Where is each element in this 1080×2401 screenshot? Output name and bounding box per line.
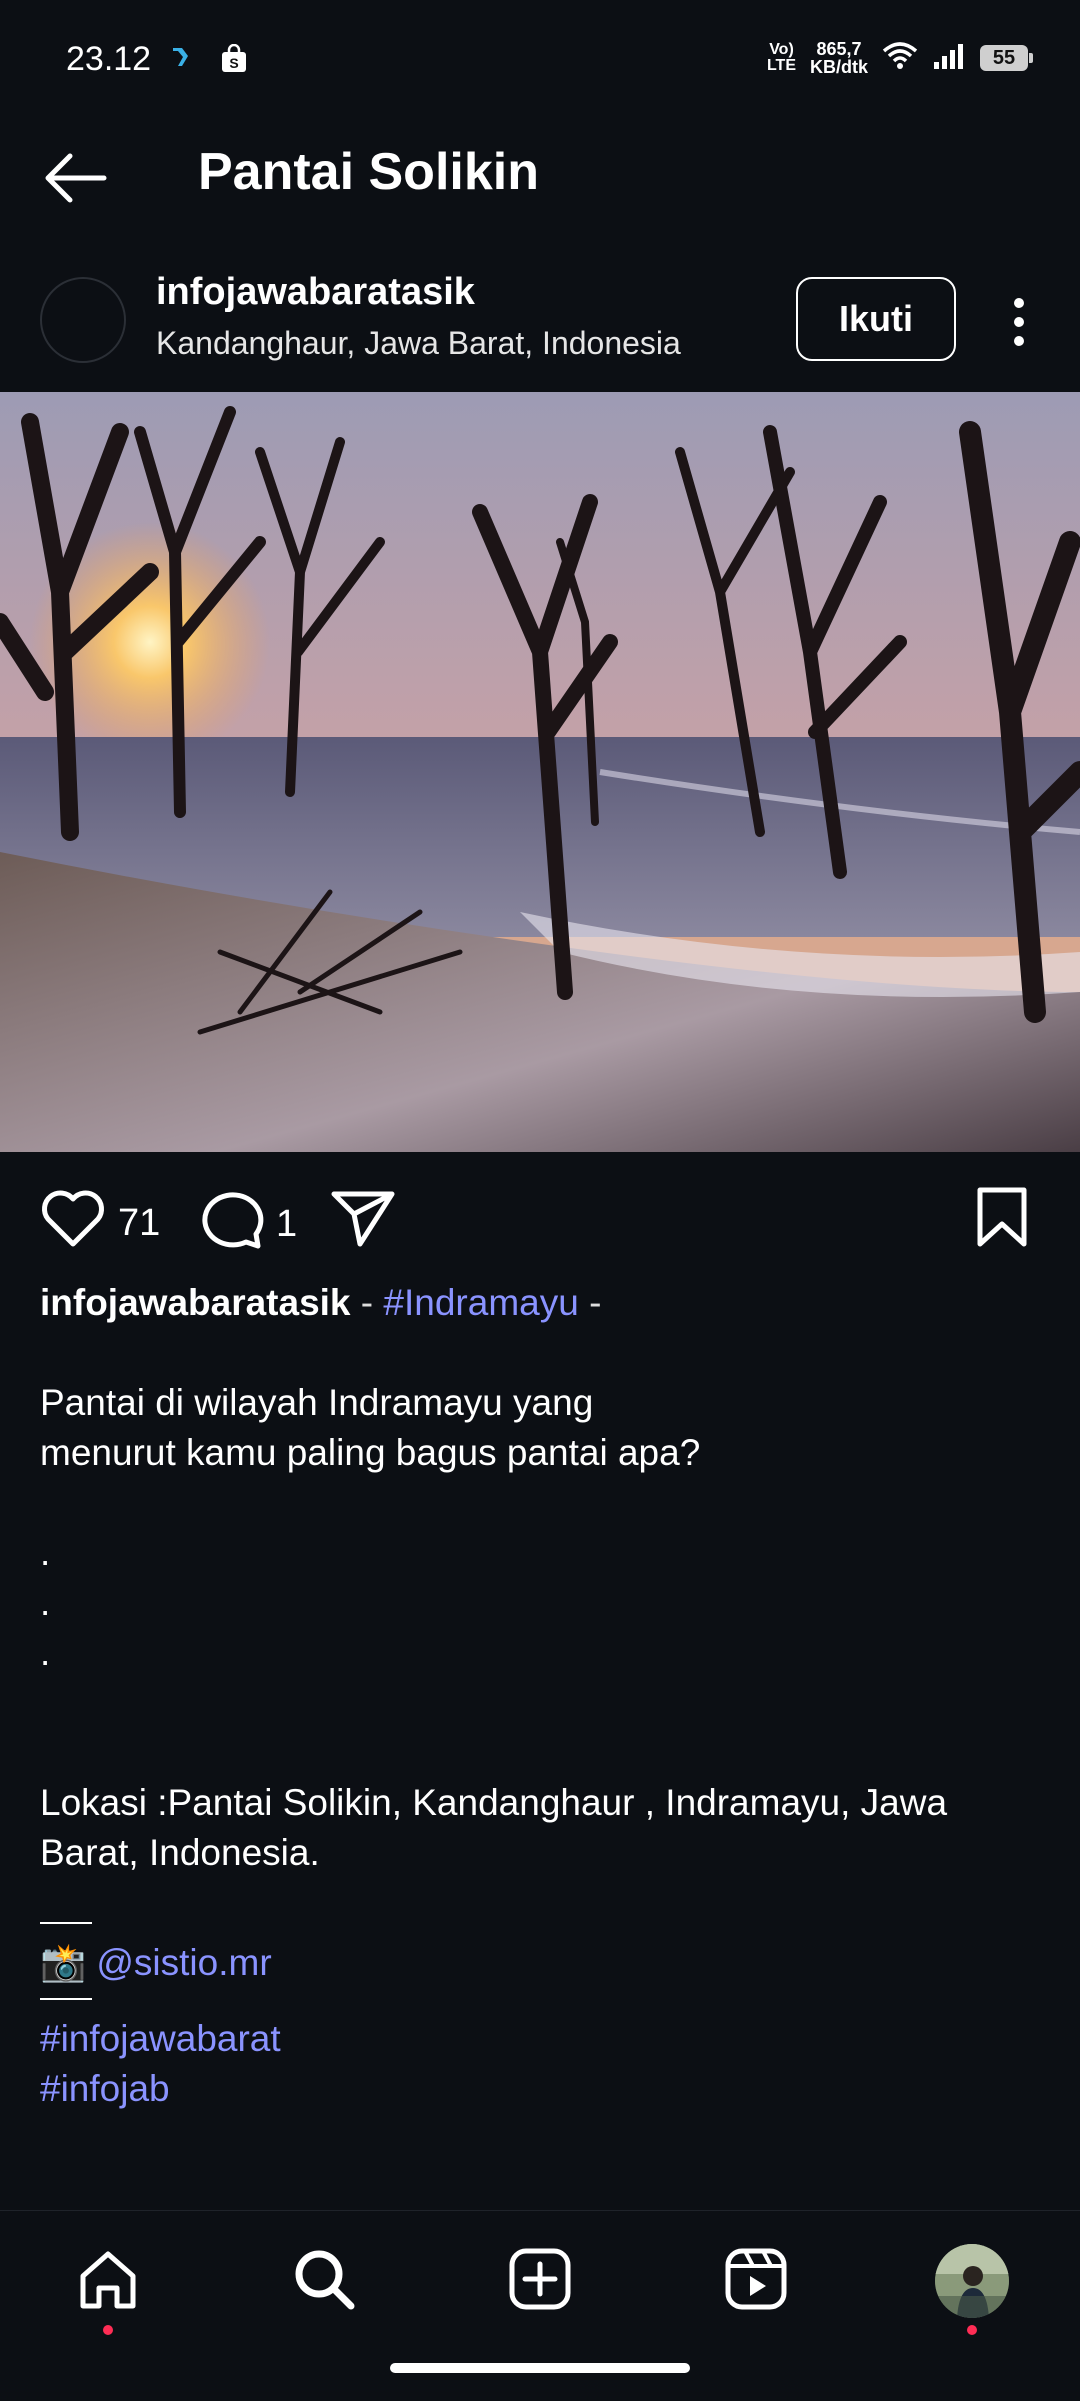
signal-icon bbox=[932, 42, 966, 75]
follow-button[interactable]: Ikuti bbox=[796, 277, 956, 361]
nav-reels[interactable] bbox=[716, 2241, 796, 2321]
reels-icon bbox=[723, 2246, 789, 2317]
camera-emoji: 📸 bbox=[40, 1942, 87, 1983]
nav-create[interactable] bbox=[500, 2241, 580, 2321]
divider bbox=[40, 1922, 92, 1924]
battery-indicator: 55 bbox=[980, 45, 1033, 71]
comment-bubble-icon[interactable] bbox=[198, 1188, 264, 1260]
volte-indicator: Vo) LTE bbox=[766, 41, 796, 74]
back-arrow-icon[interactable] bbox=[40, 148, 110, 208]
caption-dot: . bbox=[40, 1532, 51, 1573]
comment-count[interactable]: 1 bbox=[276, 1203, 297, 1246]
caption-location-line: Lokasi :Pantai Solikin, Kandanghaur , In… bbox=[40, 1782, 948, 1823]
page-title: Pantai Solikin bbox=[198, 143, 539, 201]
wifi-icon bbox=[882, 41, 918, 76]
status-bar: 23.12 S Vo) LTE 865,7 KB/dtk 55 bbox=[0, 0, 1080, 120]
hashtag-link[interactable]: #infojab bbox=[40, 2064, 1040, 2114]
hashtag-link[interactable]: #Indramayu bbox=[383, 1282, 578, 1323]
home-indicator[interactable] bbox=[390, 2363, 690, 2373]
like-heart-icon[interactable] bbox=[40, 1188, 106, 1258]
nav-home[interactable] bbox=[68, 2241, 148, 2335]
author-username[interactable]: infojawabaratasik bbox=[156, 271, 475, 314]
post-caption: infojawabaratasik - #Indramayu - Pantai … bbox=[40, 1278, 1040, 2114]
add-post-icon bbox=[507, 2246, 573, 2317]
profile-notification-dot bbox=[967, 2325, 977, 2335]
divider bbox=[40, 1998, 92, 2000]
search-icon bbox=[291, 2246, 357, 2317]
svg-text:S: S bbox=[229, 55, 238, 71]
share-send-icon[interactable] bbox=[330, 1188, 396, 1258]
profile-avatar bbox=[935, 2244, 1009, 2318]
more-options-icon[interactable] bbox=[1004, 295, 1034, 349]
mention-link[interactable]: @sistio.mr bbox=[96, 1942, 271, 1983]
post-image[interactable] bbox=[0, 392, 1080, 1152]
caption-location-line: Barat, Indonesia. bbox=[40, 1832, 320, 1873]
status-time: 23.12 bbox=[66, 40, 152, 78]
shopping-bag-icon: S bbox=[220, 43, 248, 79]
home-notification-dot bbox=[103, 2325, 113, 2335]
notification-app-icon bbox=[170, 44, 192, 79]
network-speed: 865,7 KB/dtk bbox=[810, 39, 868, 77]
home-icon bbox=[75, 2246, 141, 2317]
post-header: infojawabaratasik Kandanghaur, Jawa Bara… bbox=[0, 255, 1080, 385]
bookmark-icon[interactable] bbox=[974, 1186, 1030, 1255]
nav-profile[interactable] bbox=[932, 2241, 1012, 2335]
like-count[interactable]: 71 bbox=[118, 1202, 160, 1245]
nav-search[interactable] bbox=[284, 2241, 364, 2321]
caption-username[interactable]: infojawabaratasik bbox=[40, 1282, 351, 1323]
caption-text-line: Pantai di wilayah Indramayu yang bbox=[40, 1382, 594, 1423]
caption-dot: . bbox=[40, 1632, 51, 1673]
caption-text-line: menurut kamu paling bagus pantai apa? bbox=[40, 1432, 701, 1473]
author-avatar[interactable] bbox=[40, 277, 126, 363]
caption-dot: . bbox=[40, 1582, 51, 1623]
post-actions: 71 1 bbox=[0, 1180, 1080, 1260]
top-header: Pantai Solikin bbox=[0, 120, 1080, 230]
hashtag-link[interactable]: #infojawabarat bbox=[40, 2014, 1040, 2064]
post-location[interactable]: Kandanghaur, Jawa Barat, Indonesia bbox=[156, 325, 681, 362]
